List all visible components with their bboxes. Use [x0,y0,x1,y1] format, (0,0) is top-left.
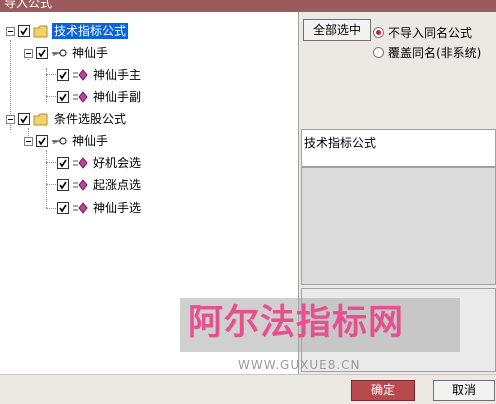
formula-icon [73,179,88,191]
tree-connector [46,184,56,185]
tree-connector [46,208,56,209]
select-all-button[interactable]: 全部选中 [303,19,371,41]
tree-node-root1[interactable]: 技术指标公式 [6,22,129,40]
checkbox[interactable] [36,47,48,59]
tree-label: 起涨点选 [93,178,142,192]
key-icon [52,49,67,57]
formula-icon [73,157,88,169]
radio-label: 覆盖同名(非系统) [388,46,482,60]
title-bar: 导入公式 [0,0,496,12]
cancel-button[interactable]: 取消 [433,380,495,401]
collapse-toggle[interactable] [24,48,33,58]
collapse-toggle[interactable] [24,136,33,146]
watermark-url: WWW.GUXUE8.CN [238,358,361,372]
tree-node-root2[interactable]: 条件选股公式 [6,110,128,128]
checkbox[interactable] [57,69,69,81]
checkbox[interactable] [36,135,48,147]
collapse-toggle[interactable] [6,114,15,124]
checkbox[interactable] [18,25,30,37]
radio-overwrite[interactable]: 覆盖同名(非系统) [373,44,481,61]
radio-button[interactable] [373,47,384,58]
tree-label: 神仙手选 [93,201,142,215]
tree-node-item5[interactable]: 神仙手选 [57,199,143,217]
tree-label: 神仙手主 [93,68,142,82]
radio-skip-duplicates[interactable]: 不导入同名公式 [373,24,472,41]
formula-type-box: 技术指标公式 [301,129,496,167]
ok-button[interactable]: 确定 [351,380,415,401]
tree-node-item1[interactable]: 神仙手主 [57,66,143,84]
tree-node-group2[interactable]: 神仙手 [24,132,110,150]
tree-label: 好机会选 [93,156,142,170]
tree-label: 神仙手 [72,46,109,60]
tree-label: 条件选股公式 [54,112,127,126]
description-box [301,167,496,285]
collapse-toggle[interactable] [6,26,15,36]
checkbox[interactable] [18,113,30,125]
tree-connector [46,74,56,75]
checkbox[interactable] [57,91,69,103]
key-icon [52,137,67,145]
watermark-text: 阿尔法指标网 [188,303,405,343]
folder-icon [33,25,48,37]
tree-node-item2[interactable]: 神仙手副 [57,88,143,106]
radio-button[interactable] [373,27,384,38]
checkbox[interactable] [57,202,69,214]
window-title: 导入公式 [4,0,53,10]
formula-icon [73,91,88,103]
tree-connector [46,162,56,163]
formula-icon [73,69,88,81]
tree-label: 神仙手副 [93,90,142,104]
tree-connector [46,96,56,97]
button-bar: 确定 取消 [0,374,496,404]
checkbox[interactable] [57,157,69,169]
tree-node-group1[interactable]: 神仙手 [24,44,110,62]
tree-label: 技术指标公式 [52,23,129,39]
tree-node-item3[interactable]: 好机会选 [57,154,143,172]
tree-label: 神仙手 [72,134,109,148]
tree-connector [46,150,47,208]
checkbox[interactable] [57,179,69,191]
tree-node-item4[interactable]: 起涨点选 [57,176,143,194]
formula-type-label: 技术指标公式 [304,136,377,150]
radio-label: 不导入同名公式 [388,26,473,40]
folder-icon [33,113,48,125]
formula-icon [73,202,88,214]
